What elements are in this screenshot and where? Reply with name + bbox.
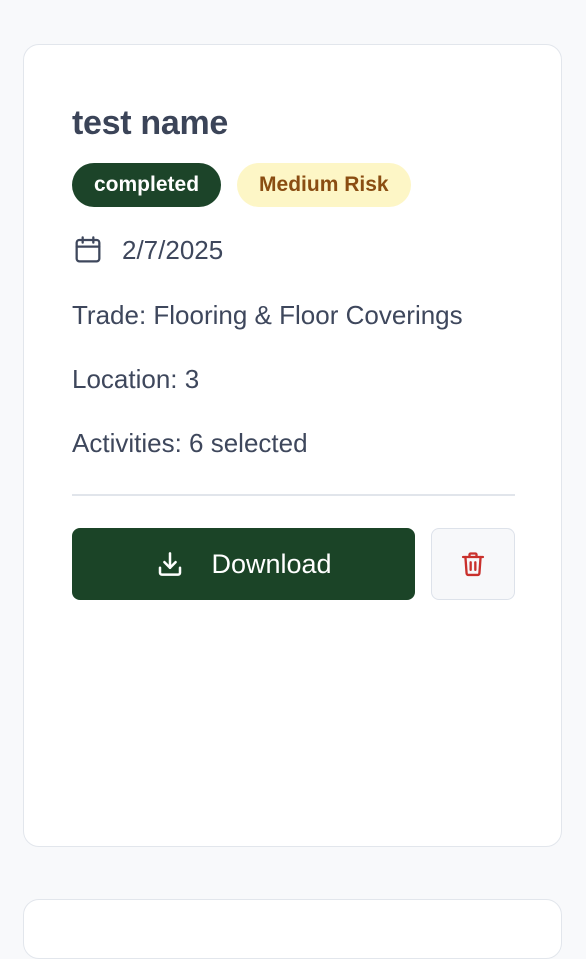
badge-row: completed Medium Risk [72, 163, 411, 207]
divider [72, 494, 515, 496]
date-text: 2/7/2025 [122, 235, 224, 265]
date-row: 2/7/2025 [72, 234, 223, 266]
location-text: Location: 3 [72, 364, 200, 394]
delete-button[interactable] [431, 528, 515, 600]
risk-badge: Medium Risk [237, 163, 411, 207]
trash-icon [459, 549, 487, 579]
download-button[interactable]: Download [72, 528, 415, 600]
status-badge: completed [72, 163, 222, 207]
download-icon [155, 549, 185, 579]
activities-text: Activities: 6 selected [72, 428, 308, 458]
next-report-card [23, 899, 562, 959]
card-title: test name [72, 104, 229, 142]
calendar-icon [72, 234, 122, 266]
download-label: Download [211, 548, 332, 579]
report-card: test name completed Medium Risk 2/7/2025… [23, 44, 562, 847]
trade-text: Trade: Flooring & Floor Coverings [72, 300, 463, 330]
